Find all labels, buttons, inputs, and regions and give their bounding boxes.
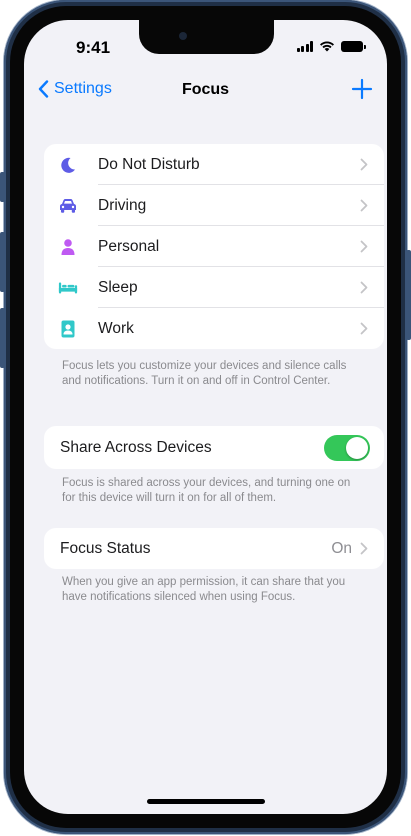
list-item-sleep[interactable]: Sleep bbox=[44, 267, 384, 308]
badge-icon bbox=[58, 319, 78, 339]
mute-switch bbox=[0, 172, 5, 202]
screen: 9:41 Settings Focus Do Not Disturb Drivi… bbox=[24, 20, 387, 814]
bed-icon bbox=[58, 278, 78, 298]
notch bbox=[139, 20, 274, 54]
battery-icon bbox=[341, 41, 366, 52]
focus-mode-label: Do Not Disturb bbox=[98, 156, 200, 173]
share-across-devices-group: Share Across Devices bbox=[44, 426, 384, 469]
focus-mode-label: Work bbox=[98, 320, 134, 337]
navigation-bar: Settings Focus bbox=[24, 78, 387, 108]
list-item-personal[interactable]: Personal bbox=[44, 226, 384, 267]
wifi-icon bbox=[320, 41, 334, 52]
list-item-driving[interactable]: Driving bbox=[44, 185, 384, 226]
volume-up-button bbox=[0, 232, 5, 292]
plus-icon bbox=[351, 78, 373, 100]
share-across-devices-toggle[interactable] bbox=[324, 435, 370, 461]
chevron-right-icon bbox=[360, 240, 368, 258]
focus-mode-label: Driving bbox=[98, 197, 147, 214]
chevron-right-icon bbox=[360, 281, 368, 299]
focus-modes-list: Do Not Disturb Driving Personal Sleep Wo… bbox=[44, 144, 384, 349]
status-icons bbox=[296, 40, 366, 52]
chevron-right-icon bbox=[360, 322, 368, 340]
page-title: Focus bbox=[181, 81, 230, 98]
focus-mode-label: Sleep bbox=[98, 279, 138, 296]
chevron-right-icon bbox=[360, 158, 368, 176]
chevron-right-icon bbox=[360, 542, 368, 560]
focus-status-label: Focus Status bbox=[60, 540, 151, 557]
person-icon bbox=[58, 237, 78, 257]
focus-status-group: Focus Status On bbox=[44, 528, 384, 569]
list-item-work[interactable]: Work bbox=[44, 308, 384, 349]
focus-status-description: When you give an app permission, it can … bbox=[62, 576, 346, 603]
add-focus-button[interactable] bbox=[351, 78, 373, 105]
side-button bbox=[406, 250, 411, 340]
share-across-devices-label: Share Across Devices bbox=[60, 439, 212, 456]
focus-description: Focus lets you customize your devices an… bbox=[62, 360, 347, 387]
car-icon bbox=[58, 196, 78, 216]
toggle-knob bbox=[346, 437, 368, 459]
home-indicator[interactable] bbox=[147, 799, 265, 804]
focus-status-value: On bbox=[331, 540, 352, 557]
iphone-frame: 9:41 Settings Focus Do Not Disturb Drivi… bbox=[0, 0, 411, 834]
chevron-right-icon bbox=[360, 199, 368, 217]
share-across-devices-row: Share Across Devices bbox=[44, 426, 384, 469]
list-item-do-not-disturb[interactable]: Do Not Disturb bbox=[44, 144, 384, 185]
cellular-signal-icon bbox=[296, 41, 313, 52]
status-time: 9:41 bbox=[76, 38, 111, 57]
focus-mode-label: Personal bbox=[98, 238, 160, 255]
share-description: Focus is shared across your devices, and… bbox=[62, 477, 351, 504]
moon-icon bbox=[58, 155, 78, 175]
volume-down-button bbox=[0, 308, 5, 368]
focus-status-row[interactable]: Focus Status On bbox=[44, 528, 384, 569]
